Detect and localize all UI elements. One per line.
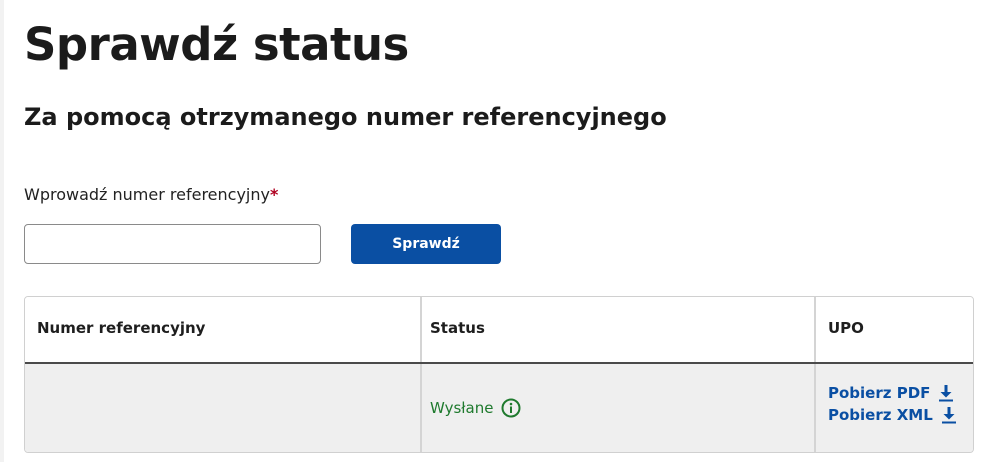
page-edge	[0, 0, 4, 462]
table-row: Wysłane Pobierz PDF Pobierz XML	[25, 364, 973, 452]
header-reference-number: Numer referencyjny	[37, 319, 206, 337]
download-xml-label: Pobierz XML	[828, 406, 933, 424]
status-value-group: Wysłane	[430, 398, 521, 418]
upo-cell: Pobierz PDF Pobierz XML	[814, 364, 973, 452]
check-status-button[interactable]: Sprawdź	[351, 224, 501, 264]
header-status: Status	[430, 319, 485, 337]
reference-number-cell	[25, 364, 420, 452]
header-cell-status: Status	[420, 297, 814, 362]
required-marker: *	[269, 185, 279, 204]
header-cell-upo: UPO	[814, 297, 973, 362]
info-circle-icon[interactable]	[501, 398, 521, 418]
download-pdf-label: Pobierz PDF	[828, 384, 931, 402]
status-table: Numer referencyjny Status UPO Wysłane Po…	[24, 296, 974, 453]
reference-number-label-text: Wprowadź numer referencyjny	[24, 185, 270, 204]
download-pdf-link[interactable]: Pobierz PDF	[828, 382, 957, 404]
page-title: Sprawdź status	[24, 18, 409, 71]
status-cell: Wysłane	[420, 364, 814, 452]
section-title: Za pomocą otrzymanego numer referencyjne…	[24, 103, 667, 131]
header-upo: UPO	[828, 319, 864, 337]
status-value: Wysłane	[430, 399, 494, 417]
header-cell-reference-number: Numer referencyjny	[25, 297, 420, 362]
reference-number-label: Wprowadź numer referencyjny*	[24, 184, 278, 206]
download-xml-link[interactable]: Pobierz XML	[828, 404, 957, 426]
download-icon	[941, 406, 957, 424]
table-header-row: Numer referencyjny Status UPO	[25, 297, 973, 364]
download-icon	[938, 384, 954, 402]
reference-number-input[interactable]	[24, 224, 321, 264]
upo-links: Pobierz PDF Pobierz XML	[828, 382, 957, 426]
